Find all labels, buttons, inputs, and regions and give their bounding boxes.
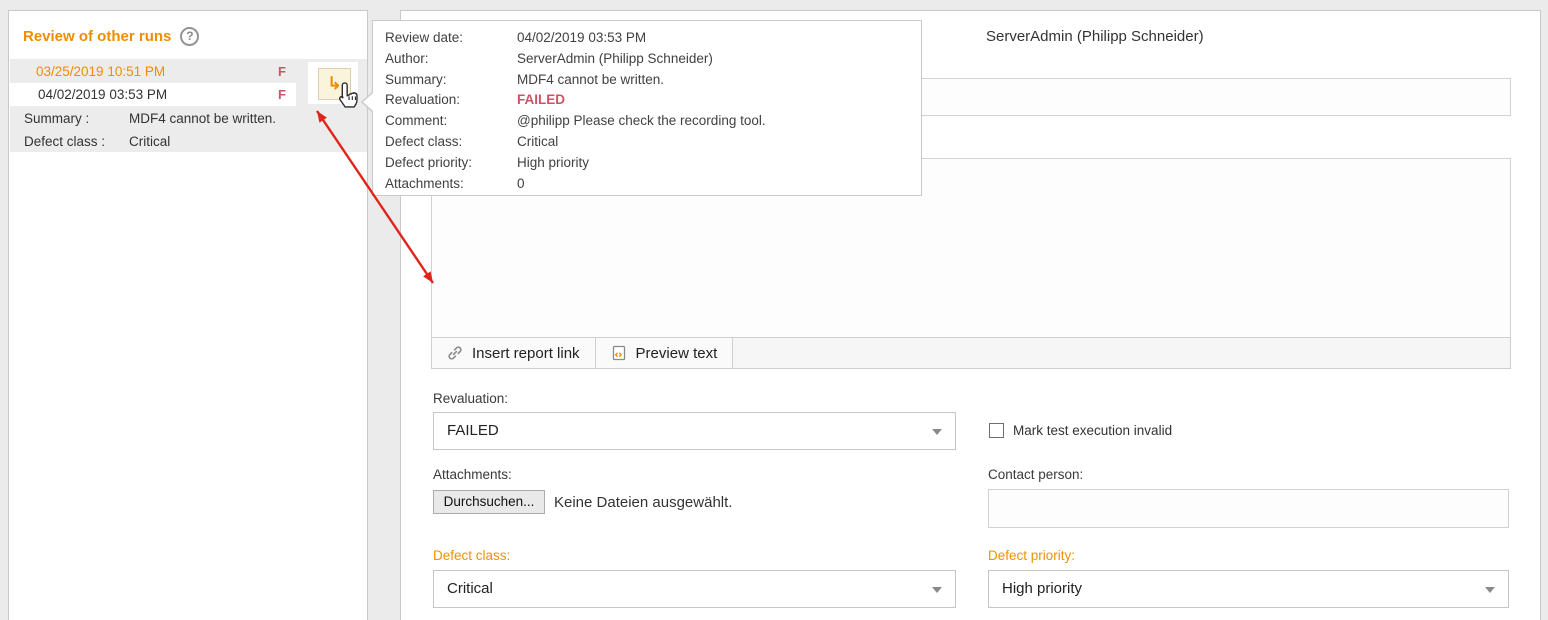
run-summary-row: Summary : MDF4 cannot be written.: [10, 108, 367, 130]
run-list-item[interactable]: 03/25/2019 10:51 PM F: [10, 61, 310, 83]
panel-title: Review of other runs ?: [23, 27, 199, 46]
apply-review-button[interactable]: ↳: [318, 68, 351, 100]
author-display: ServerAdmin (Philipp Schneider): [986, 28, 1204, 45]
insert-report-link-label: Insert report link: [472, 345, 580, 362]
tooltip-row: Summary: MDF4 cannot be written.: [385, 70, 921, 91]
tooltip-label: Summary:: [385, 70, 517, 91]
tooltip-value: ServerAdmin (Philipp Schneider): [517, 49, 921, 70]
run-date: 03/25/2019 10:51 PM: [36, 61, 165, 83]
review-of-other-runs-panel: Review of other runs ? 03/25/2019 10:51 …: [8, 10, 368, 620]
contact-person-label: Contact person:: [988, 467, 1083, 482]
tooltip-label: Revaluation:: [385, 90, 517, 111]
chevron-down-icon: [1485, 587, 1495, 593]
tooltip-value: @philipp Please check the recording tool…: [517, 111, 921, 132]
mark-invalid-label: Mark test execution invalid: [1013, 423, 1172, 439]
review-screen: Review of other runs ? 03/25/2019 10:51 …: [0, 0, 1548, 620]
tooltip-row: Comment: @philipp Please check the recor…: [385, 111, 921, 132]
run-verdict-flag: F: [278, 61, 286, 83]
chevron-down-icon: [932, 587, 942, 593]
tooltip-row: Defect priority: High priority: [385, 153, 921, 174]
insert-report-link-button[interactable]: Insert report link: [432, 338, 596, 368]
tooltip-row: Author: ServerAdmin (Philipp Schneider): [385, 49, 921, 70]
revaluation-selected-value: FAILED: [447, 422, 499, 439]
defect-class-label: Defect class :: [24, 131, 105, 153]
preview-text-button[interactable]: Preview text: [596, 338, 734, 368]
revaluation-label: Revaluation:: [433, 391, 508, 406]
chevron-down-icon: [932, 429, 942, 435]
run-details-tooltip: Review date: 04/02/2019 03:53 PM Author:…: [372, 20, 922, 196]
tooltip-row: Defect class: Critical: [385, 132, 921, 153]
defect-class-value: Critical: [129, 131, 170, 153]
tooltip-value: MDF4 cannot be written.: [517, 70, 921, 91]
help-icon[interactable]: ?: [180, 27, 199, 46]
mark-invalid-checkbox[interactable]: [989, 423, 1004, 438]
tooltip-row: Attachments: 0: [385, 174, 921, 195]
tooltip-row: Review date: 04/02/2019 03:53 PM: [385, 28, 921, 49]
defect-priority-select[interactable]: High priority: [988, 570, 1509, 608]
tooltip-value: High priority: [517, 153, 921, 174]
defect-class-select[interactable]: Critical: [433, 570, 956, 608]
tooltip-value: Critical: [517, 132, 921, 153]
link-icon: [447, 345, 463, 361]
runs-list: 03/25/2019 10:51 PM F 04/02/2019 03:53 P…: [10, 59, 367, 152]
attachments-label: Attachments:: [433, 467, 512, 482]
tooltip-value: 0: [517, 174, 921, 195]
panel-title-text: Review of other runs: [23, 28, 171, 45]
tooltip-label: Attachments:: [385, 174, 517, 195]
tooltip-label: Defect class:: [385, 132, 517, 153]
run-verdict-flag: F: [278, 84, 286, 106]
browse-files-button[interactable]: Durchsuchen...: [433, 490, 545, 514]
tooltip-value: 04/02/2019 03:53 PM: [517, 28, 921, 49]
no-file-selected-text: Keine Dateien ausgewählt.: [554, 492, 732, 513]
defect-priority-selected-value: High priority: [1002, 580, 1082, 597]
revaluation-select[interactable]: FAILED: [433, 412, 956, 450]
summary-value: MDF4 cannot be written.: [129, 108, 276, 130]
tooltip-label: Review date:: [385, 28, 517, 49]
defect-priority-label: Defect priority:: [988, 548, 1075, 563]
run-list-item[interactable]: 04/02/2019 03:53 PM F: [10, 84, 310, 106]
preview-text-icon: [611, 345, 627, 361]
tooltip-row: Revaluation: FAILED: [385, 90, 921, 111]
run-date: 04/02/2019 03:53 PM: [38, 84, 167, 106]
defect-class-label: Defect class:: [433, 548, 510, 563]
tooltip-revaluation-value: FAILED: [517, 90, 921, 111]
tooltip-label: Comment:: [385, 111, 517, 132]
defect-class-selected-value: Critical: [447, 580, 493, 597]
contact-person-input[interactable]: [988, 489, 1509, 528]
tooltip-label: Author:: [385, 49, 517, 70]
tooltip-label: Defect priority:: [385, 153, 517, 174]
preview-text-label: Preview text: [636, 345, 718, 362]
comment-toolbar: Insert report link Preview text: [431, 337, 1511, 369]
summary-label: Summary :: [24, 108, 89, 130]
run-defect-class-row: Defect class : Critical: [10, 131, 367, 153]
